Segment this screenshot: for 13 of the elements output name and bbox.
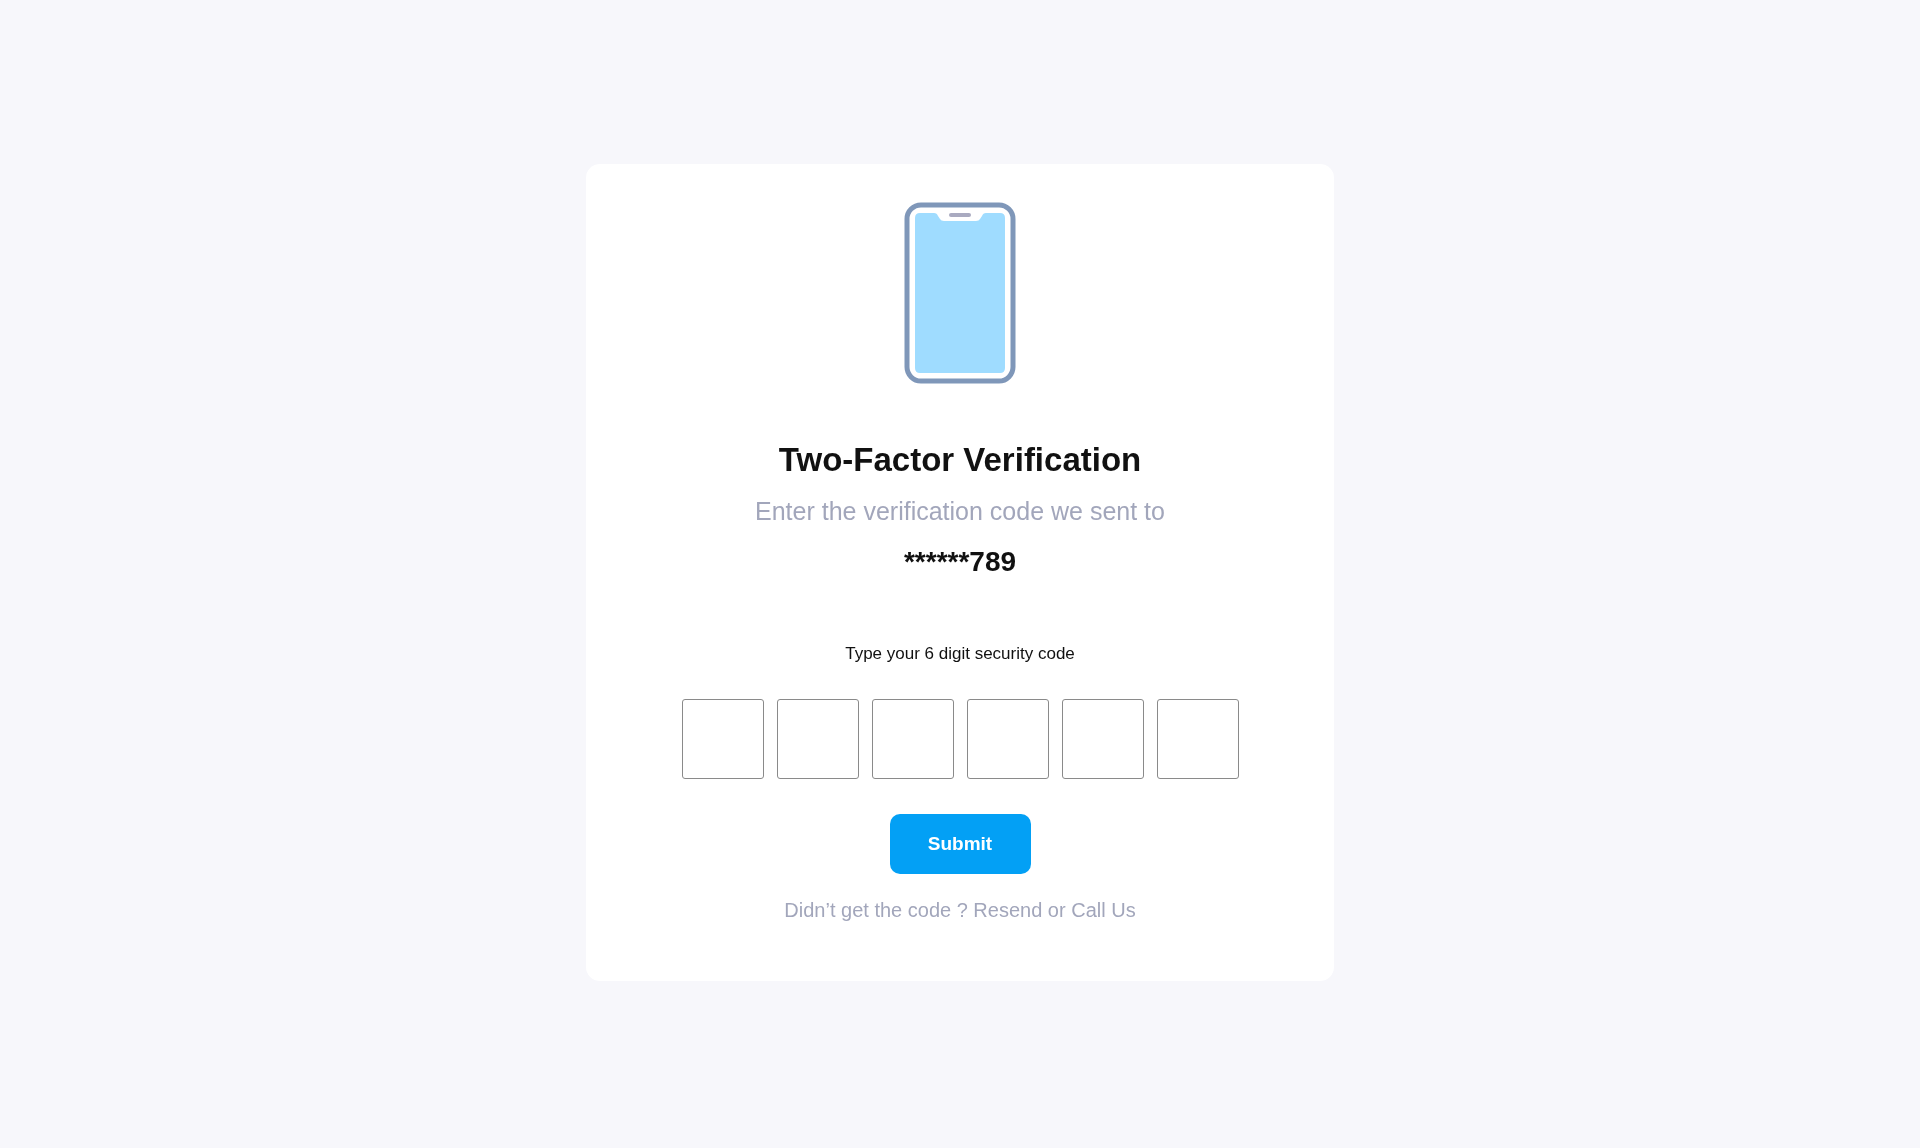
code-input-field[interactable] bbox=[1061, 699, 1144, 779]
code-label: Type your 6 digit security code bbox=[845, 643, 1075, 665]
page-title: Two-Factor Verification bbox=[778, 440, 1142, 480]
code-input-field[interactable] bbox=[681, 699, 764, 779]
code-input-field[interactable] bbox=[966, 699, 1049, 779]
submit-button[interactable]: Submit bbox=[889, 814, 1031, 874]
code-input-field[interactable] bbox=[871, 699, 954, 779]
code-input-field[interactable] bbox=[776, 699, 859, 779]
code-input-field[interactable] bbox=[1156, 699, 1239, 779]
subtitle: Enter the verification code we sent to bbox=[755, 496, 1165, 527]
resend-hint: Didn’t get the code ? Resend or Call Us bbox=[784, 898, 1136, 923]
phone-number: ******789 bbox=[903, 545, 1017, 579]
phone-icon bbox=[904, 202, 1016, 384]
